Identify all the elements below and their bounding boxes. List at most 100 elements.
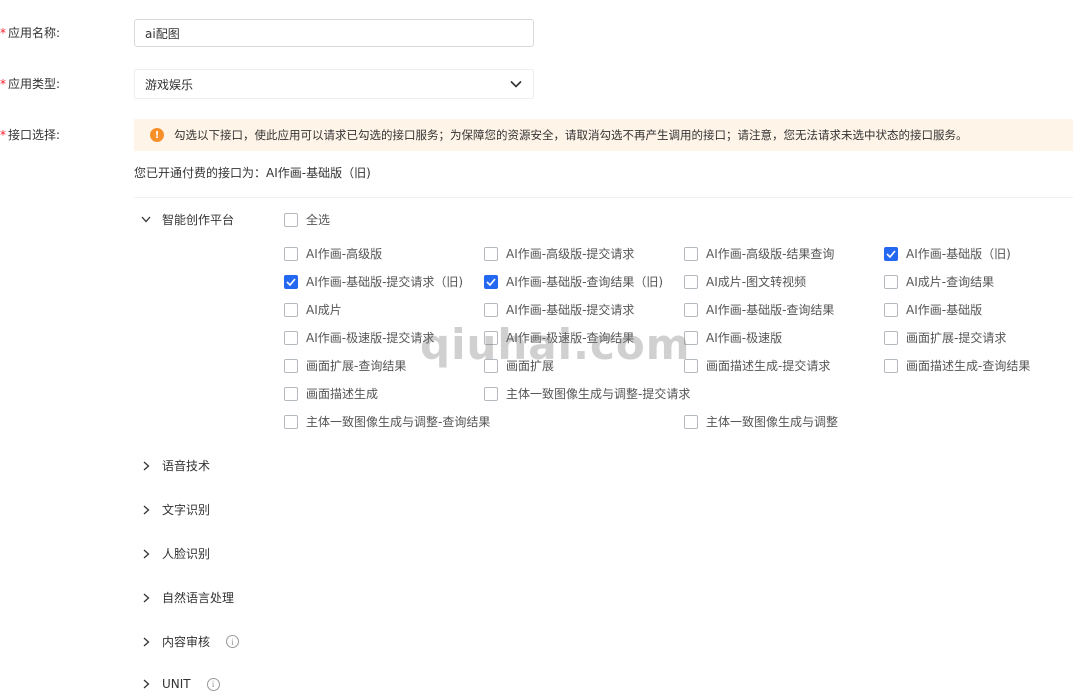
checkbox-label: 画面描述生成-查询结果: [906, 359, 1031, 373]
paid-api-text: 您已开通付费的接口为：AI作画-基础版（旧): [134, 166, 371, 180]
checkbox-label: AI作画-基础版-提交请求: [506, 303, 635, 317]
checkbox-label: AI作画-高级版-提交请求: [506, 247, 635, 261]
checkbox-label: 画面扩展-提交请求: [906, 331, 1007, 345]
checkbox-box[interactable]: [884, 274, 898, 289]
app-type-select[interactable]: 游戏娱乐: [134, 69, 534, 99]
api-checkbox-item[interactable]: 画面扩展: [484, 357, 554, 374]
api-checkbox-item[interactable]: AI作画-极速版-查询结果: [484, 329, 634, 346]
api-checkbox-item[interactable]: AI作画-基础版-提交请求: [484, 301, 634, 318]
checkbox-checked[interactable]: [484, 274, 498, 289]
checkbox-label: AI成片: [306, 303, 342, 317]
info-icon[interactable]: i: [226, 635, 240, 648]
check-icon: [886, 249, 896, 258]
chevron-right-icon: [140, 678, 152, 690]
checkbox-label: AI作画-基础版-查询结果: [706, 303, 835, 317]
checkbox-label: AI作画-极速版-查询结果: [506, 331, 635, 345]
info-icon[interactable]: i: [206, 677, 220, 691]
api-checkbox-item[interactable]: AI作画-基础版（旧): [884, 245, 1011, 262]
group-smart-creation[interactable]: 智能创作平台: [140, 211, 234, 228]
checkbox-box[interactable]: [484, 358, 498, 373]
api-checkbox-item[interactable]: AI作画-基础版: [884, 301, 982, 318]
select-all-checkbox[interactable]: 全选: [284, 211, 330, 228]
checkbox-box[interactable]: [284, 386, 298, 401]
checkbox-box[interactable]: [484, 330, 498, 345]
group-ocr[interactable]: 文字识别: [140, 501, 210, 518]
checkbox-label: AI作画-高级版: [306, 247, 383, 261]
warning-icon: !: [150, 128, 164, 142]
checkbox-box[interactable]: [484, 246, 498, 261]
checkbox-box[interactable]: [684, 274, 698, 289]
checkbox-label: AI作画-基础版-提交请求（旧): [306, 275, 464, 289]
checkbox-box[interactable]: [284, 302, 298, 317]
api-checkbox-item[interactable]: AI作画-基础版-查询结果（旧): [484, 273, 663, 290]
required-mark: *: [0, 128, 6, 142]
group-label: 内容审核: [162, 635, 211, 649]
checkbox-checked[interactable]: [284, 274, 298, 289]
required-mark: *: [0, 77, 6, 91]
checkbox-box[interactable]: [484, 302, 498, 317]
checkbox-label: AI作画-基础版-查询结果（旧): [506, 275, 664, 289]
chevron-down-icon: [509, 77, 523, 91]
checkbox-box[interactable]: [284, 414, 298, 429]
group-nlp[interactable]: 自然语言处理: [140, 589, 234, 606]
checkbox-label: AI作画-极速版: [706, 331, 783, 345]
checkbox-box[interactable]: [884, 302, 898, 317]
api-checkbox-item[interactable]: 主体一致图像生成与调整-查询结果: [284, 413, 490, 430]
group-label: 智能创作平台: [162, 213, 235, 227]
api-checkbox-item[interactable]: AI作画-高级版-结果查询: [684, 245, 834, 262]
group-label: UNIT: [162, 677, 191, 691]
chevron-right-icon: [140, 548, 152, 560]
api-checkbox-item[interactable]: AI作画-基础版-提交请求（旧): [284, 273, 463, 290]
notice-text: 勾选以下接口，使此应用可以请求已勾选的接口服务；为保障您的资源安全，请取消勾选不…: [174, 128, 968, 142]
app-name-input[interactable]: ai配图: [134, 19, 534, 47]
checkbox-box[interactable]: [884, 358, 898, 373]
group-label: 文字识别: [162, 503, 211, 517]
chevron-down-icon: [140, 214, 152, 226]
group-label: 人脸识别: [162, 547, 211, 561]
checkbox-label: AI成片-查询结果: [906, 275, 995, 289]
api-checkbox-item[interactable]: AI成片-查询结果: [884, 273, 994, 290]
api-checkbox-item[interactable]: 画面扩展-提交请求: [884, 329, 1006, 346]
api-checkbox-item[interactable]: AI成片: [284, 301, 342, 318]
api-checkbox-item[interactable]: AI作画-基础版-查询结果: [684, 301, 834, 318]
checkbox-box[interactable]: [684, 414, 698, 429]
checkbox-box[interactable]: [884, 330, 898, 345]
checkbox-box[interactable]: [684, 246, 698, 261]
notice-banner: ! 勾选以下接口，使此应用可以请求已勾选的接口服务；为保障您的资源安全，请取消勾…: [134, 119, 1073, 151]
api-checkbox-item[interactable]: AI成片-图文转视频: [684, 273, 806, 290]
chevron-right-icon: [140, 460, 152, 472]
checkbox-box[interactable]: [284, 212, 298, 227]
checkbox-box[interactable]: [684, 302, 698, 317]
divider: [134, 197, 1073, 198]
api-checkbox-item[interactable]: 画面描述生成: [284, 385, 378, 402]
api-checkbox-item[interactable]: 画面描述生成-查询结果: [884, 357, 1030, 374]
checkbox-checked[interactable]: [884, 246, 898, 261]
group-face[interactable]: 人脸识别: [140, 545, 210, 562]
api-checkbox-item[interactable]: 画面扩展-查询结果: [284, 357, 406, 374]
api-checkbox-item[interactable]: AI作画-极速版-提交请求: [284, 329, 434, 346]
checkbox-label: AI成片-图文转视频: [706, 275, 807, 289]
group-audit[interactable]: 内容审核 i: [140, 633, 240, 650]
api-checkbox-item[interactable]: AI作画-高级版: [284, 245, 382, 262]
checkbox-box[interactable]: [684, 330, 698, 345]
group-label: 自然语言处理: [162, 591, 235, 605]
api-checkbox-item[interactable]: AI作画-高级版-提交请求: [484, 245, 634, 262]
checkbox-label: 全选: [306, 213, 331, 227]
group-speech[interactable]: 语音技术: [140, 457, 210, 474]
api-checkbox-item[interactable]: 画面描述生成-提交请求: [684, 357, 830, 374]
checkbox-label: 画面描述生成-提交请求: [706, 359, 831, 373]
checkbox-label: 主体一致图像生成与调整: [706, 415, 839, 429]
group-unit[interactable]: UNIT i: [140, 677, 220, 691]
api-checkbox-item[interactable]: AI作画-极速版: [684, 329, 782, 346]
checkbox-box[interactable]: [284, 358, 298, 373]
api-select-label: * 接口选择:: [0, 128, 61, 142]
checkbox-label: 主体一致图像生成与调整-查询结果: [306, 415, 491, 429]
checkbox-box[interactable]: [684, 358, 698, 373]
checkbox-box[interactable]: [484, 386, 498, 401]
check-icon: [486, 277, 496, 286]
api-checkbox-item[interactable]: 主体一致图像生成与调整: [684, 413, 838, 430]
api-checkbox-item[interactable]: 主体一致图像生成与调整-提交请求: [484, 385, 690, 402]
checkbox-label: 画面扩展-查询结果: [306, 359, 407, 373]
checkbox-box[interactable]: [284, 330, 298, 345]
checkbox-box[interactable]: [284, 246, 298, 261]
